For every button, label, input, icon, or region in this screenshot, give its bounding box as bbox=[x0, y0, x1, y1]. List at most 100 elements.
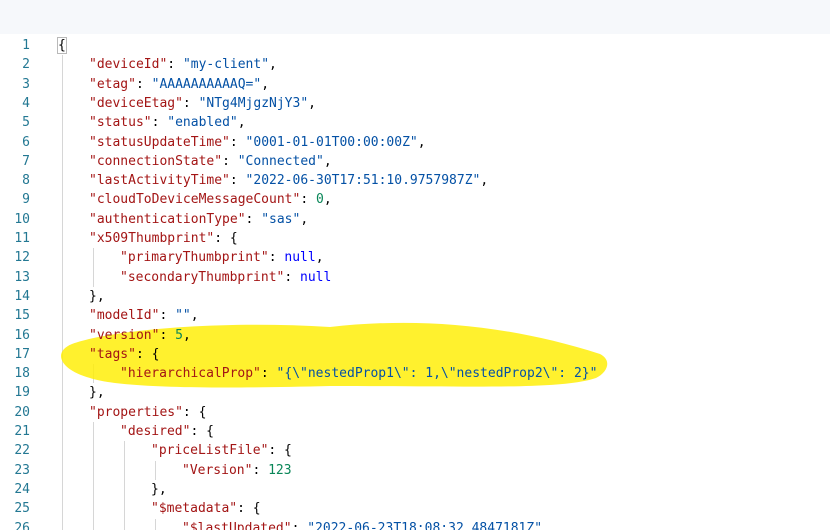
line-number: 25 bbox=[14, 501, 30, 517]
code-token: "sas" bbox=[261, 211, 301, 227]
code-token: "properties" bbox=[89, 404, 183, 420]
line-number: 13 bbox=[14, 269, 30, 285]
line-code: "authenticationType": "sas", bbox=[89, 210, 308, 229]
line-code: "statusUpdateTime": "0001-01-01T00:00:00… bbox=[89, 133, 426, 152]
code-token: 0 bbox=[315, 192, 324, 208]
line-code: }, bbox=[151, 480, 167, 499]
line-code: "Version": 123 bbox=[182, 461, 292, 480]
line-code: "tags": { bbox=[89, 345, 159, 364]
code-token: "my-client" bbox=[182, 57, 270, 73]
json-code-editor[interactable]: 1{2 "deviceId": "my-client", 3 "etag": "AAA… bbox=[0, 34, 830, 530]
line-code: "desired": { bbox=[120, 422, 214, 441]
line-code: "$lastUpdated": "2022-06-23T18:08:32.484… bbox=[182, 519, 550, 530]
line-code: { bbox=[57, 36, 67, 55]
code-line: 17 "tags": { bbox=[0, 345, 830, 364]
code-token: "2022-06-23T18:08:32.4847181Z" bbox=[307, 520, 543, 530]
code-token: : { bbox=[135, 346, 160, 362]
code-token: "$lastUpdated" bbox=[182, 520, 292, 530]
code-token: : bbox=[245, 211, 262, 227]
code-token: "enabled" bbox=[167, 115, 238, 131]
code-token: , bbox=[417, 134, 426, 150]
line-code: "priceListFile": { bbox=[151, 441, 292, 460]
code-line: 4 "deviceEtag": "NTg4MjgzNjY3", bbox=[0, 94, 830, 113]
code-token: { bbox=[57, 37, 67, 54]
code-token: }, bbox=[89, 288, 105, 304]
code-line: 13 "secondaryThumbprint": null bbox=[0, 268, 830, 287]
line-number: 26 bbox=[14, 520, 30, 530]
line-number: 22 bbox=[14, 443, 30, 459]
code-token: "modelId" bbox=[89, 308, 160, 324]
line-code: "secondaryThumbprint": null bbox=[120, 268, 331, 287]
code-line: 24}, bbox=[0, 480, 830, 499]
code-token: : bbox=[159, 327, 176, 343]
code-token: : bbox=[222, 153, 238, 169]
code-line: 6 "statusUpdateTime": "0001-01-01T00:00:0… bbox=[0, 133, 830, 152]
code-token: : { bbox=[268, 443, 292, 459]
code-token: "{\"nestedProp1\": 1,\"nestedProp2\": 2}… bbox=[276, 366, 598, 382]
code-line: 2 "deviceId": "my-client", bbox=[0, 55, 830, 74]
code-token: , bbox=[308, 95, 316, 111]
code-token: 123 bbox=[268, 462, 292, 478]
line-number: 15 bbox=[14, 308, 30, 324]
code-token: 5 bbox=[175, 327, 183, 343]
code-line: 5 "status": "enabled", bbox=[0, 113, 830, 132]
code-token: : bbox=[159, 308, 176, 324]
code-token: : { bbox=[190, 424, 214, 439]
code-line: 10 "authenticationType": "sas", bbox=[0, 210, 830, 229]
code-token: "authenticationType" bbox=[89, 211, 246, 227]
code-token: : bbox=[268, 250, 285, 266]
line-number: 10 bbox=[14, 211, 30, 227]
line-code: "cloudToDeviceMessageCount": 0, bbox=[89, 190, 332, 209]
code-token: "statusUpdateTime" bbox=[89, 134, 230, 150]
line-number: 16 bbox=[14, 327, 30, 343]
code-token: , bbox=[261, 76, 270, 92]
line-code: "lastActivityTime": "2022-06-30T17:51:10… bbox=[89, 171, 488, 190]
code-token: : bbox=[135, 76, 152, 92]
code-token: : bbox=[182, 95, 199, 111]
code-token: "NTg4MjgzNjY3" bbox=[198, 95, 309, 111]
line-number: 4 bbox=[22, 95, 30, 111]
code-line: 7 "connectionState": "Connected", bbox=[0, 152, 830, 171]
line-code: "etag": "AAAAAAAAAAQ=", bbox=[89, 75, 269, 94]
line-number: 20 bbox=[14, 404, 30, 420]
line-code: "modelId": "", bbox=[89, 306, 199, 325]
line-number: 14 bbox=[14, 288, 30, 304]
line-code: "primaryThumbprint": null, bbox=[120, 248, 324, 267]
code-line: 18 "hierarchicalProp": "{\"nestedProp1\":… bbox=[0, 364, 830, 383]
code-token: : bbox=[291, 520, 308, 530]
code-token: "deviceId" bbox=[89, 57, 168, 73]
code-token: "tags" bbox=[89, 346, 136, 362]
code-token: , bbox=[480, 173, 489, 189]
line-code: "connectionState": "Connected", bbox=[89, 152, 332, 171]
code-token: , bbox=[323, 153, 332, 169]
line-number: 11 bbox=[14, 231, 30, 246]
line-code: "$metadata": { bbox=[151, 499, 261, 518]
code-token: null bbox=[300, 269, 332, 285]
code-token: "deviceEtag" bbox=[89, 95, 183, 111]
code-token: "2022-06-30T17:51:10.9757987Z" bbox=[245, 173, 481, 189]
line-number: 23 bbox=[14, 462, 30, 478]
line-code: }, bbox=[89, 383, 105, 402]
code-token: "Connected" bbox=[237, 153, 324, 169]
line-code: }, bbox=[89, 287, 105, 306]
code-token: : { bbox=[182, 404, 207, 420]
code-token: : { bbox=[214, 231, 238, 246]
code-token: : { bbox=[237, 501, 261, 517]
code-token: , bbox=[190, 308, 199, 324]
line-number: 2 bbox=[22, 57, 30, 73]
code-line: 14}, bbox=[0, 287, 830, 306]
code-line: 9 "cloudToDeviceMessageCount": 0, bbox=[0, 190, 830, 209]
code-line: 1{ bbox=[0, 36, 830, 55]
code-token: "desired" bbox=[120, 424, 191, 439]
line-code: "version": 5, bbox=[89, 326, 191, 345]
code-token: "0001-01-01T00:00:00Z" bbox=[245, 134, 418, 150]
line-number: 5 bbox=[22, 115, 30, 131]
line-number: 6 bbox=[22, 134, 30, 150]
code-token: : bbox=[229, 134, 246, 150]
top-bar bbox=[0, 0, 830, 35]
line-code: "hierarchicalProp": "{\"nestedProp1\": 1… bbox=[120, 364, 597, 383]
line-number: 8 bbox=[22, 173, 30, 189]
line-number: 17 bbox=[14, 346, 30, 362]
code-token: "etag" bbox=[89, 76, 136, 92]
code-line: 19}, bbox=[0, 383, 830, 402]
